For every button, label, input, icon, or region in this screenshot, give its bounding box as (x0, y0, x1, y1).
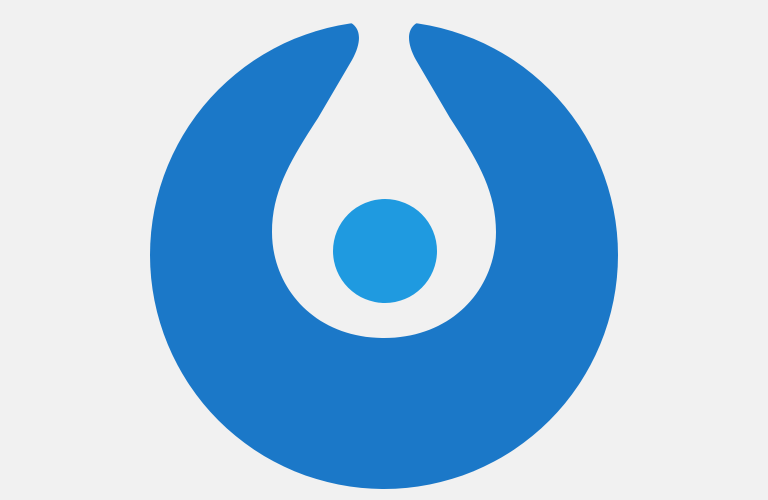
drop-in-circle-logo (150, 0, 618, 489)
center-dot (333, 199, 437, 303)
logo-canvas (0, 0, 768, 500)
